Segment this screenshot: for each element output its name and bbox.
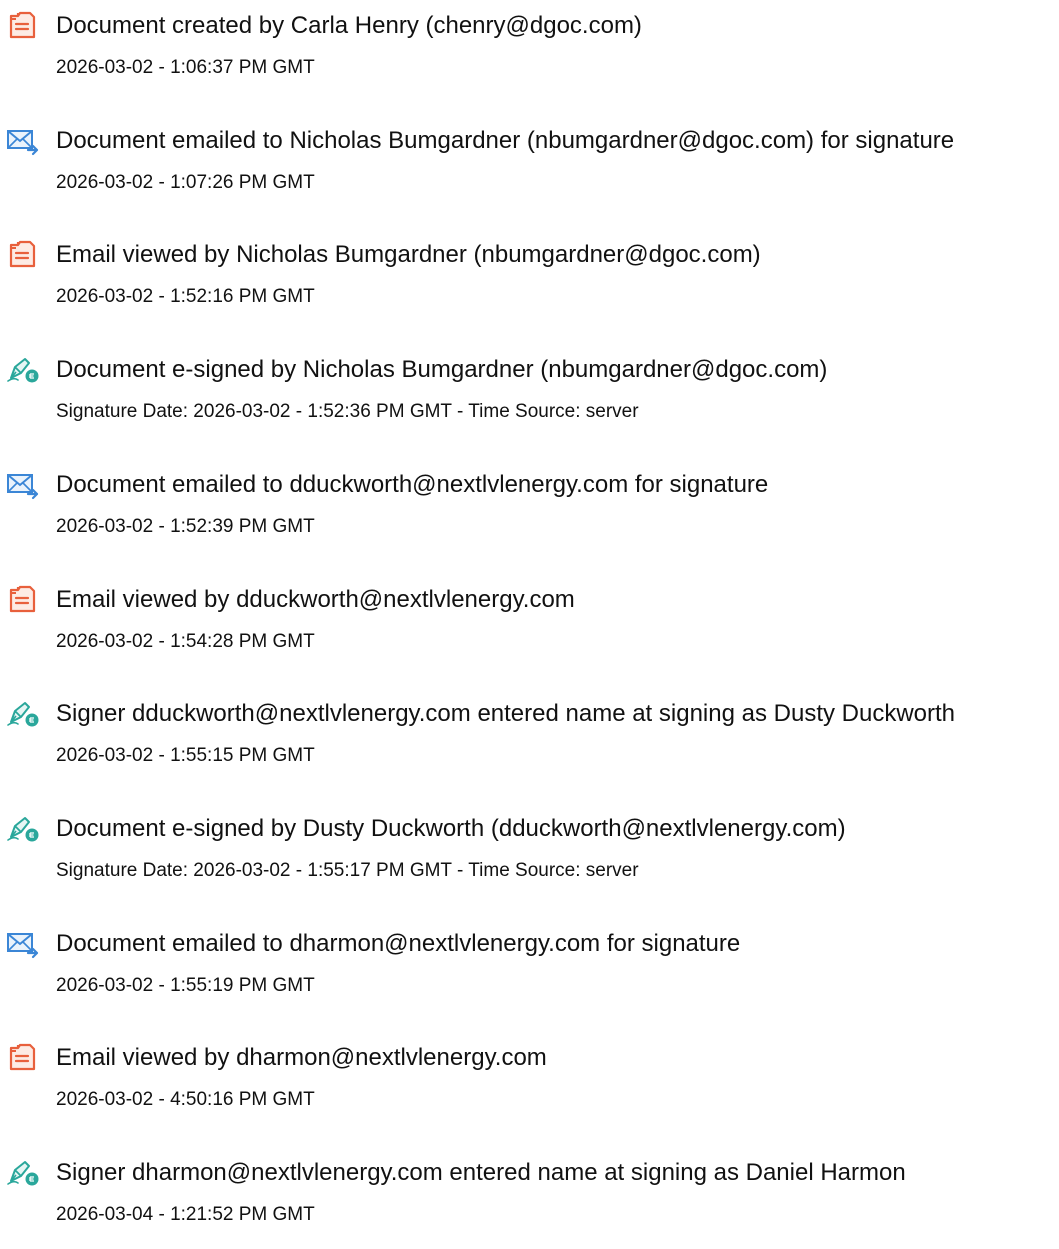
event-title: Document emailed to dharmon@nextlvlenerg… — [56, 930, 741, 957]
event-title: Email viewed by dduckworth@nextlvlenergy… — [56, 586, 575, 613]
audit-event: Email viewed by dduckworth@nextlvlenergy… — [0, 576, 1059, 676]
e-signature-icon — [6, 355, 40, 385]
audit-event: Signer dduckworth@nextlvlenergy.com ente… — [0, 690, 1059, 790]
audit-event: Document created by Carla Henry (chenry@… — [0, 2, 1059, 102]
event-timestamp: 2026-03-02 - 1:55:19 PM GMT — [56, 975, 315, 996]
event-timestamp: 2026-03-02 - 4:50:16 PM GMT — [56, 1089, 315, 1110]
event-title: Email viewed by dharmon@nextlvlenergy.co… — [56, 1044, 547, 1071]
audit-event: Document e-signed by Nicholas Bumgardner… — [0, 346, 1059, 446]
event-timestamp: 2026-03-04 - 1:21:52 PM GMT — [56, 1204, 315, 1225]
audit-event: Document emailed to dharmon@nextlvlenerg… — [0, 920, 1059, 1020]
event-title: Document emailed to Nicholas Bumgardner … — [56, 127, 955, 154]
event-timestamp: 2026-03-02 - 1:06:37 PM GMT — [56, 57, 315, 78]
document-viewed-icon — [6, 1043, 40, 1073]
event-timestamp: Signature Date: 2026-03-02 - 1:55:17 PM … — [56, 860, 639, 881]
event-timestamp: Signature Date: 2026-03-02 - 1:52:36 PM … — [56, 401, 639, 422]
event-timestamp: 2026-03-02 - 1:07:26 PM GMT — [56, 172, 315, 193]
audit-event: Email viewed by Nicholas Bumgardner (nbu… — [0, 231, 1059, 331]
audit-event: Signer dharmon@nextlvlenergy.com entered… — [0, 1149, 1059, 1249]
document-created-icon — [6, 11, 40, 41]
event-title: Document created by Carla Henry (chenry@… — [56, 12, 642, 39]
email-sent-icon — [6, 126, 40, 156]
e-signature-icon — [6, 699, 40, 729]
email-sent-icon — [6, 929, 40, 959]
audit-event: Document e-signed by Dusty Duckworth (dd… — [0, 805, 1059, 905]
event-timestamp: 2026-03-02 - 1:52:39 PM GMT — [56, 516, 315, 537]
document-viewed-icon — [6, 585, 40, 615]
e-signature-icon — [6, 1158, 40, 1188]
event-timestamp: 2026-03-02 - 1:54:28 PM GMT — [56, 631, 315, 652]
audit-event: Email viewed by dharmon@nextlvlenergy.co… — [0, 1034, 1059, 1134]
event-title: Document emailed to dduckworth@nextlvlen… — [56, 471, 769, 498]
event-title: Signer dharmon@nextlvlenergy.com entered… — [56, 1159, 906, 1186]
audit-event: Document emailed to dduckworth@nextlvlen… — [0, 461, 1059, 561]
document-viewed-icon — [6, 240, 40, 270]
event-title: Signer dduckworth@nextlvlenergy.com ente… — [56, 700, 956, 727]
event-title: Document e-signed by Nicholas Bumgardner… — [56, 356, 828, 383]
e-signature-icon — [6, 814, 40, 844]
event-timestamp: 2026-03-02 - 1:55:15 PM GMT — [56, 745, 315, 766]
audit-event: Document emailed to Nicholas Bumgardner … — [0, 117, 1059, 217]
email-sent-icon — [6, 470, 40, 500]
event-timestamp: 2026-03-02 - 1:52:16 PM GMT — [56, 286, 315, 307]
event-title: Document e-signed by Dusty Duckworth (dd… — [56, 815, 846, 842]
event-title: Email viewed by Nicholas Bumgardner (nbu… — [56, 241, 761, 268]
